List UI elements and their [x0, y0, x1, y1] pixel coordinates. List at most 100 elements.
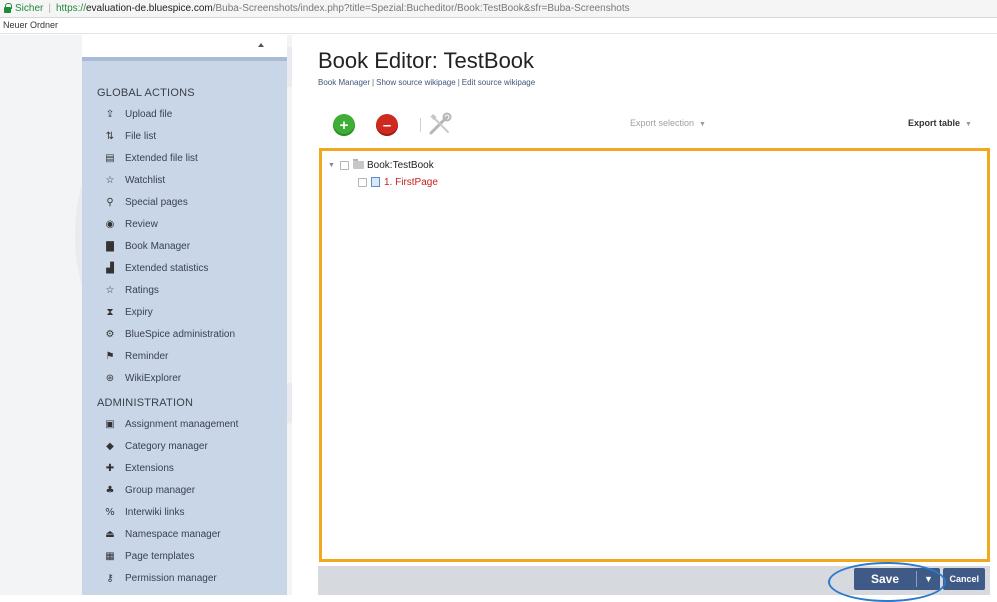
compass-icon: ⊛	[105, 372, 115, 384]
sidebar-item-file-list[interactable]: ⇅ File list	[104, 126, 156, 146]
section-title-administration: ADMINISTRATION	[97, 397, 194, 409]
node-checkbox[interactable]	[358, 177, 367, 187]
page-icon	[371, 177, 380, 187]
sidebar-item-namespace-manager[interactable]: ⏏ Namespace manager	[104, 524, 220, 544]
sidebar-item-label: Reminder	[125, 350, 169, 362]
sidebar-item-extensions[interactable]: ✚ Extensions	[104, 458, 174, 478]
tag-icon: ◆	[106, 440, 114, 452]
plus-icon: +	[339, 116, 349, 134]
edit-source-link[interactable]: Edit source wikipage	[462, 78, 535, 87]
bookmarks-bar: Neuer Ordner	[0, 18, 997, 34]
sidebar-item-category-manager[interactable]: ◆ Category manager	[104, 436, 208, 456]
flag-icon: ⚑	[105, 350, 115, 362]
sidebar-item-label: Upload file	[125, 108, 173, 120]
link-separator: |	[372, 78, 375, 87]
chart-icon: ▟	[106, 262, 114, 274]
sidebar-item-label: Expiry	[125, 306, 153, 318]
namespace-icon: ⏏	[105, 528, 115, 540]
show-source-link[interactable]: Show source wikipage	[376, 78, 456, 87]
tree-node-book[interactable]: ▼ Book:TestBook	[328, 158, 434, 172]
export-table-label: Export table	[908, 118, 961, 128]
template-icon: ▦	[105, 550, 115, 562]
tree-node-page[interactable]: 1. FirstPage	[358, 175, 438, 189]
wrench-screwdriver-icon	[429, 112, 452, 135]
sidebar-item-interwiki-links[interactable]: % Interwiki links	[104, 502, 184, 522]
lock-icon	[4, 2, 12, 13]
sidebar-item-watchlist[interactable]: ☆ Watchlist	[104, 170, 166, 190]
chevron-down-icon[interactable]: ▼	[917, 574, 940, 584]
sidebar-item-expiry[interactable]: ⧗ Expiry	[104, 302, 153, 322]
sidebar-item-label: Extended file list	[125, 152, 198, 164]
tree-node-label[interactable]: 1. FirstPage	[384, 177, 438, 188]
assignment-icon: ▣	[105, 418, 115, 430]
sidebar-item-review[interactable]: ◉ Review	[104, 214, 158, 234]
sidebar-panel-header	[82, 35, 287, 61]
hourglass-icon: ⧗	[106, 306, 114, 318]
folder-icon	[353, 159, 364, 169]
sidebar-item-special-pages[interactable]: ⚲ Special pages	[104, 192, 188, 212]
sidebar-item-bluespice-administration[interactable]: ⚙ BlueSpice administration	[104, 324, 236, 344]
book-editor-toolbar: + – Export selection ▼ Export table ▼	[318, 104, 989, 146]
sidebar-item-assignment-management[interactable]: ▣ Assignment management	[104, 414, 238, 434]
sidebar-item-label: Extensions	[125, 462, 174, 474]
page-tool-links: Book Manager | Show source wikipage | Edit s…	[318, 78, 535, 87]
sidebar-item-label: Category manager	[125, 440, 208, 452]
sidebar-item-extended-statistics[interactable]: ▟ Extended statistics	[104, 258, 208, 278]
save-button[interactable]: Save ▼	[854, 568, 940, 590]
sidebar-item-wikiexplorer[interactable]: ⊛ WikiExplorer	[104, 368, 181, 388]
eye-icon: ◉	[105, 218, 115, 230]
secure-label: Sicher	[15, 3, 44, 14]
cancel-button[interactable]: Cancel	[943, 568, 985, 590]
star-icon: ☆	[105, 284, 115, 296]
add-node-button[interactable]: +	[333, 114, 355, 136]
sidebar-item-reminder[interactable]: ⚑ Reminder	[104, 346, 169, 366]
sidebar-item-label: Assignment management	[125, 418, 239, 430]
book-manager-link[interactable]: Book Manager	[318, 78, 370, 87]
sidebar-item-page-templates[interactable]: ▦ Page templates	[104, 546, 195, 566]
sidebar-item-label: Ratings	[125, 284, 159, 296]
export-selection-dropdown[interactable]: Export selection ▼	[630, 118, 706, 128]
sidebar-item-label: Review	[125, 218, 158, 230]
sidebar-item-label: File list	[125, 130, 157, 142]
page-title: Book Editor: TestBook	[318, 48, 535, 73]
sidebar-item-permission-manager[interactable]: ⚷ Permission manager	[104, 568, 216, 588]
sidebar-item-label: Page templates	[125, 550, 195, 562]
export-selection-label: Export selection	[630, 118, 695, 128]
sidebar-item-label: Book Manager	[125, 240, 191, 252]
key-icon: ⚷	[106, 572, 114, 584]
sidebar-item-upload-file[interactable]: ⇪ Upload file	[104, 104, 172, 124]
url-path: /Buba-Screenshots/index.php?title=Spezia…	[212, 3, 630, 14]
collapse-arrow-icon[interactable]	[258, 43, 264, 47]
expand-arrow-icon[interactable]: ▼	[328, 162, 338, 169]
sort-icon: ⇅	[105, 130, 115, 142]
book-tree-panel: ▼ Book:TestBook 1. FirstPage	[319, 148, 990, 562]
url-scheme: https://	[55, 3, 86, 14]
remove-node-button[interactable]: –	[376, 114, 398, 136]
section-title-global-actions: GLOBAL ACTIONS	[97, 87, 195, 99]
sidebar-item-extended-file-list[interactable]: ▤ Extended file list	[104, 148, 198, 168]
puzzle-icon: ✚	[105, 462, 115, 474]
star-icon: ☆	[105, 174, 115, 186]
chevron-down-icon: ▼	[699, 121, 706, 128]
sidebar-item-label: BlueSpice administration	[125, 328, 236, 340]
tree-node-label: Book:TestBook	[367, 159, 434, 171]
toolbar-divider	[420, 118, 421, 132]
sidebar-item-label: WikiExplorer	[125, 372, 182, 384]
address-bar[interactable]: Sicher | https://evaluation-de.bluespice…	[0, 0, 997, 18]
upload-icon: ⇪	[105, 108, 115, 120]
link-icon: %	[105, 506, 115, 518]
tools-button[interactable]	[426, 112, 454, 138]
address-separator: |	[48, 3, 51, 14]
bookmark-folder[interactable]: Neuer Ordner	[3, 20, 58, 30]
sidebar-item-label: Interwiki links	[125, 506, 185, 518]
sidebar-item-ratings[interactable]: ☆ Ratings	[104, 280, 159, 300]
url-host: evaluation-de.bluespice.com	[85, 3, 213, 14]
export-table-dropdown[interactable]: Export table ▼	[908, 118, 972, 128]
sidebar-item-book-manager[interactable]: ▇ Book Manager	[104, 236, 190, 256]
list-box-icon: ▤	[105, 152, 115, 164]
group-icon: ♣	[105, 484, 115, 496]
link-separator: |	[457, 78, 460, 87]
sidebar-item-label: Extended statistics	[125, 262, 209, 274]
node-checkbox[interactable]	[340, 160, 349, 170]
sidebar-item-group-manager[interactable]: ♣ Group manager	[104, 480, 196, 500]
